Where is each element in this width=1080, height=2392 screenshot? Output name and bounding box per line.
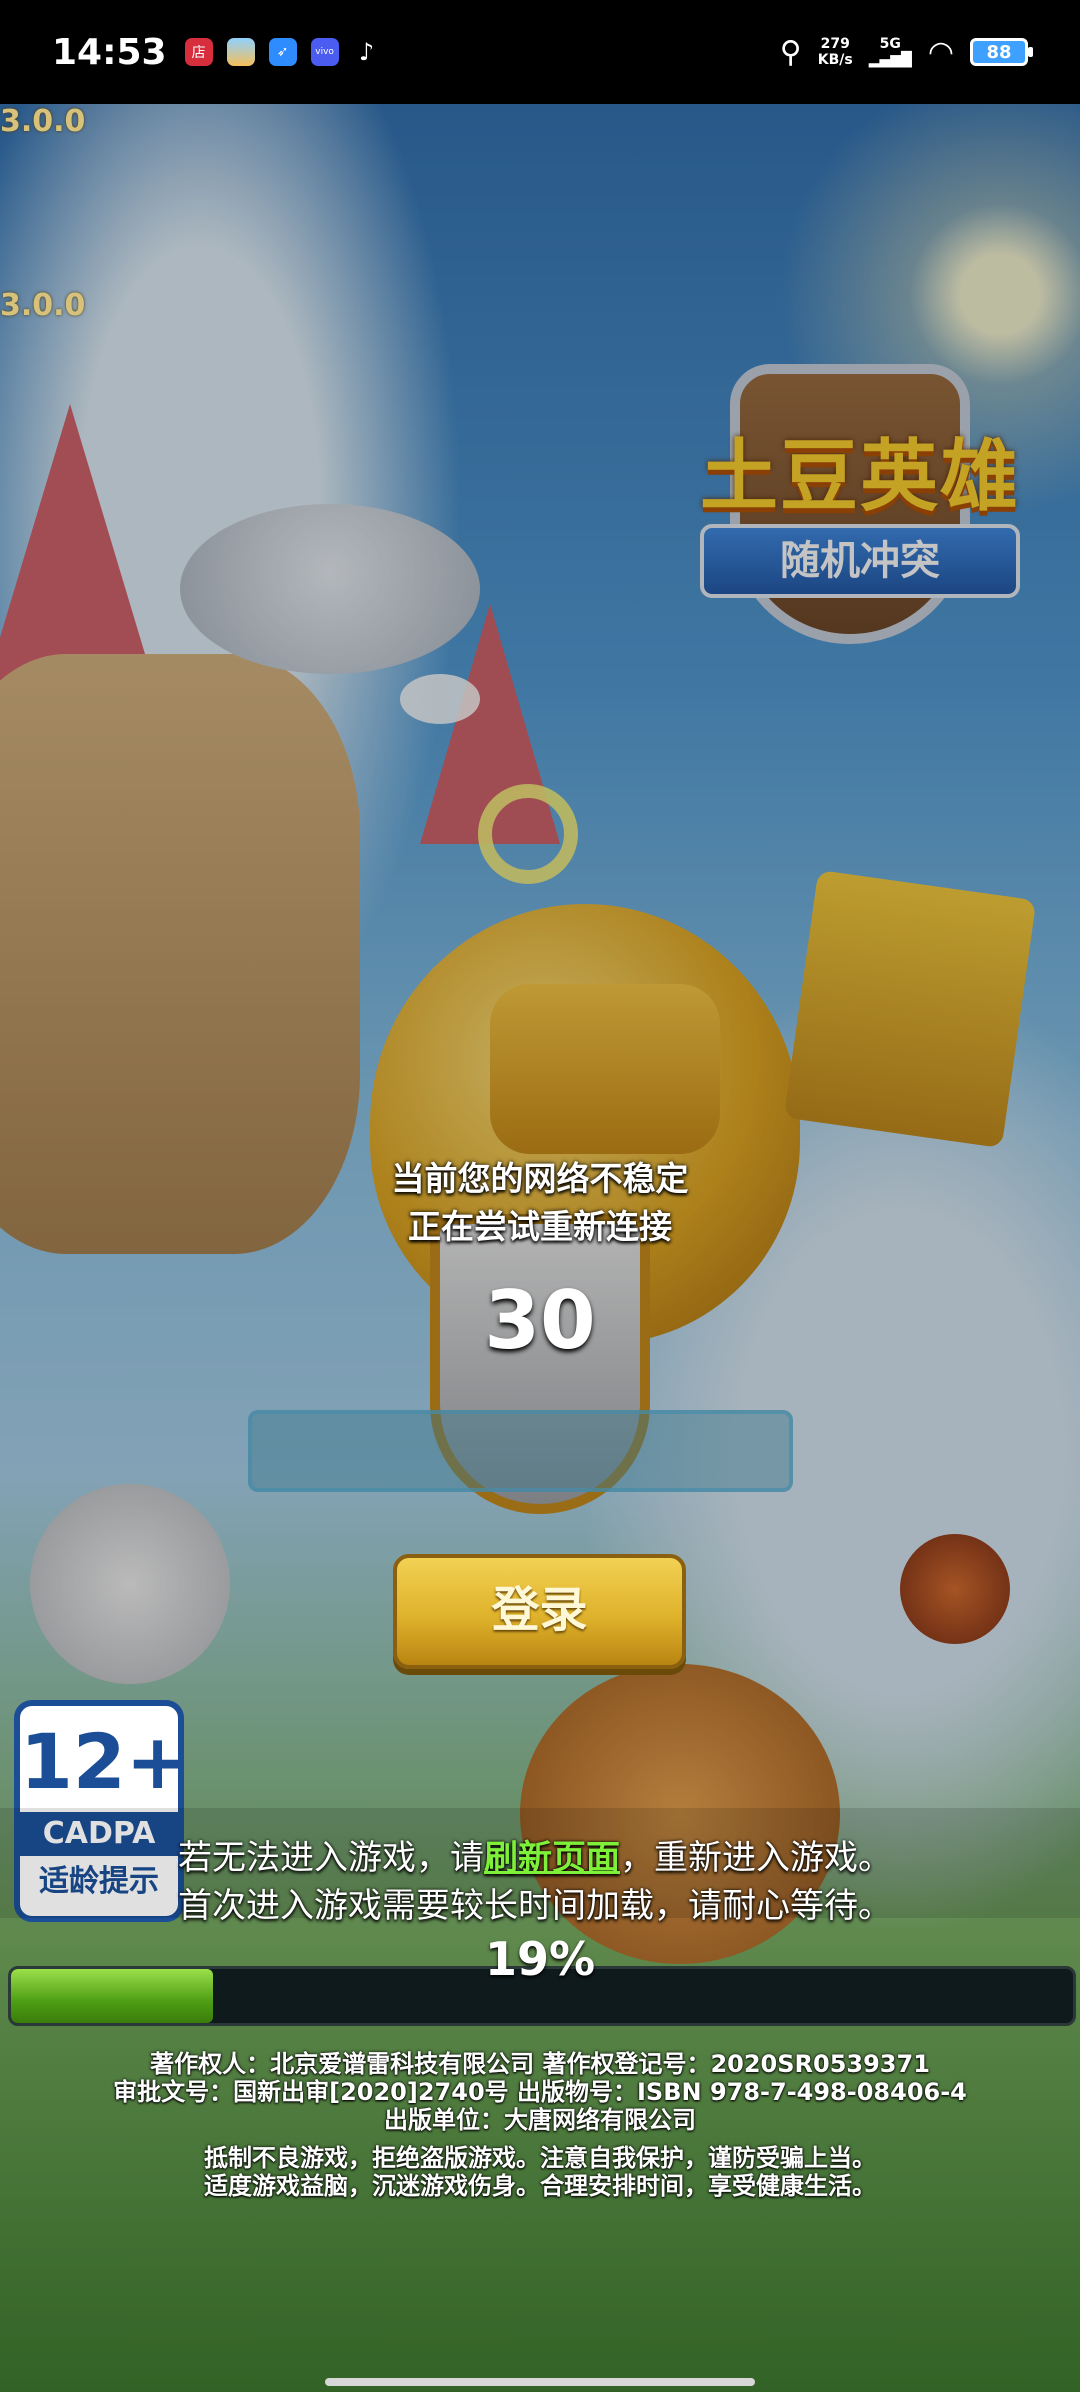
publisher-line: 出版单位：大唐网络有限公司: [384, 2106, 696, 2134]
tiktok-icon: ♪: [358, 38, 375, 66]
feather-app-icon: ➶: [268, 38, 297, 66]
network-speed: 279 KB/s: [817, 36, 853, 68]
status-bar: 14:53 店 ➶ vivo ♪ ⚲ 279 KB/s 5G ▂▄▆█ ◠ 88: [0, 0, 1080, 104]
assistant-icon: [226, 38, 255, 66]
reconnect-countdown: 30: [484, 1274, 596, 1367]
store-icon: 店: [184, 38, 213, 66]
reconnect-message: 正在尝试重新连接: [408, 1207, 672, 1246]
health-notice-line: 适度游戏益脑，沉迷游戏伤身。合理安排时间，享受健康生活。: [204, 2172, 876, 2200]
wifi-icon: ◠: [927, 34, 954, 70]
refresh-hint: 若无法进入游戏，请刷新页面，重新进入游戏。: [178, 1838, 892, 1878]
network-message: 当前您的网络不稳定: [391, 1159, 689, 1198]
battery-icon: 88: [970, 38, 1033, 66]
vivo-icon: vivo: [310, 38, 339, 66]
version-label: 3.0.0: [0, 104, 86, 139]
loading-percent: 19%: [484, 1932, 596, 1986]
login-button[interactable]: 登录: [393, 1554, 686, 1669]
game-screen: 土豆英雄 随机冲突 3.0.0 3.0.0 当前您的网络不稳定 正在尝试重新连接…: [0, 104, 1080, 2392]
version-label: 3.0.0: [0, 288, 86, 323]
signal-icon: 5G ▂▄▆█: [868, 36, 912, 68]
age-rating-number: 12+: [20, 1717, 190, 1806]
loading-hint: 首次进入游戏需要较长时间加载，请耐心等待。: [178, 1886, 892, 1926]
location-icon: ⚲: [779, 34, 802, 70]
account-input[interactable]: [248, 1410, 793, 1492]
status-time: 14:53: [52, 31, 167, 73]
refresh-page-link[interactable]: 刷新页面: [484, 1838, 620, 1878]
home-indicator[interactable]: [325, 2378, 755, 2386]
